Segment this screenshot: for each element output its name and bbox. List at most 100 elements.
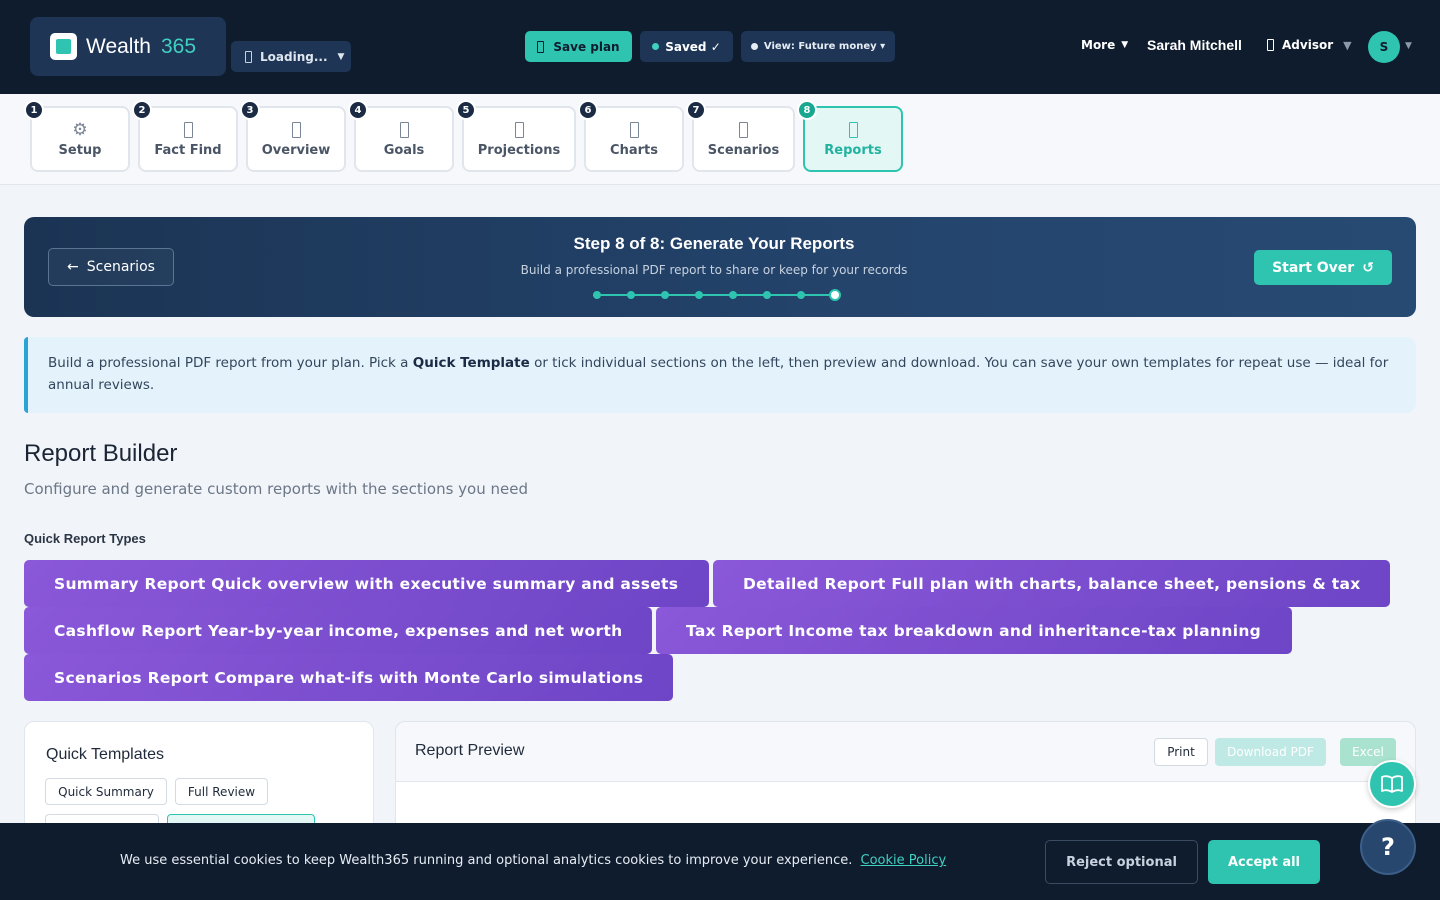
progress-dot bbox=[763, 291, 771, 299]
more-menu[interactable]: More ▼ bbox=[1081, 38, 1128, 52]
page-subtitle: Configure and generate custom reports wi… bbox=[24, 480, 528, 498]
tab-label: Reports bbox=[824, 143, 882, 158]
role-selector[interactable]: Advisor ▼ bbox=[1267, 38, 1352, 52]
saved-status-badge: Saved ✓ bbox=[640, 31, 733, 62]
start-over-button[interactable]: Start Over ↺ bbox=[1254, 250, 1392, 285]
scenarios-report-button[interactable]: Scenarios Report Compare what-ifs with M… bbox=[24, 654, 673, 701]
step-number-badge: 3 bbox=[240, 100, 260, 120]
tab-reports[interactable]: Reports bbox=[803, 106, 903, 172]
book-open-icon bbox=[1381, 775, 1403, 793]
reject-optional-button[interactable]: Reject optional bbox=[1045, 840, 1198, 884]
tab-label: Scenarios bbox=[707, 143, 780, 158]
progress-dot bbox=[661, 291, 669, 299]
step-number-badge: 7 bbox=[686, 100, 706, 120]
help-button[interactable]: ? bbox=[1360, 819, 1416, 875]
tab-label: Charts bbox=[610, 143, 658, 158]
progress-dot-current bbox=[829, 289, 841, 301]
brand-number: 365 bbox=[160, 34, 197, 58]
status-dot-icon bbox=[652, 43, 660, 50]
tab-setup[interactable]: ⚙ Setup bbox=[30, 106, 130, 172]
reports-icon bbox=[848, 120, 858, 140]
role-label: Advisor bbox=[1282, 38, 1334, 52]
plan-selector-dropdown[interactable]: Loading... ▼ bbox=[231, 41, 351, 72]
top-navigation-bar: Wealth 365 Loading... ▼ Save plan Saved … bbox=[0, 0, 1440, 94]
step-number-badge: 4 bbox=[348, 100, 368, 120]
tab-scenarios[interactable]: Scenarios bbox=[692, 106, 795, 172]
step-banner: ← Scenarios Step 8 of 8: Generate Your R… bbox=[24, 217, 1416, 317]
progress-dot bbox=[695, 291, 703, 299]
plan-selector-label: Loading... bbox=[260, 49, 328, 64]
info-callout: Build a professional PDF report from you… bbox=[24, 337, 1416, 413]
summary-report-button[interactable]: Summary Report Quick overview with execu… bbox=[24, 560, 709, 607]
start-over-label: Start Over bbox=[1272, 259, 1355, 276]
tab-label: Goals bbox=[383, 143, 425, 158]
save-icon bbox=[537, 40, 545, 53]
tab-charts[interactable]: Charts bbox=[584, 106, 684, 172]
step-title: Step 8 of 8: Generate Your Reports bbox=[573, 234, 855, 253]
save-plan-button[interactable]: Save plan bbox=[525, 31, 632, 62]
chevron-down-icon: ▼ bbox=[1343, 38, 1352, 52]
fact-find-icon bbox=[183, 120, 193, 140]
step-progress-indicator bbox=[593, 289, 843, 301]
step-number-badge: 1 bbox=[24, 100, 44, 120]
accept-all-button[interactable]: Accept all bbox=[1208, 840, 1320, 884]
tab-label: Overview bbox=[261, 143, 331, 158]
info-text-bold: Quick Template bbox=[412, 355, 530, 371]
tab-fact-find[interactable]: Fact Find bbox=[138, 106, 238, 172]
cookie-text: We use essential cookies to keep Wealth3… bbox=[120, 853, 853, 868]
brand-name: Wealth bbox=[86, 34, 151, 58]
overview-icon bbox=[291, 120, 301, 140]
view-mode-dropdown[interactable]: View: Future money ▾ bbox=[741, 31, 895, 62]
template-quick-summary-button[interactable]: Quick Summary bbox=[45, 778, 167, 805]
gear-icon: ⚙ bbox=[72, 120, 88, 140]
avatar[interactable]: S bbox=[1368, 31, 1400, 63]
print-button[interactable]: Print bbox=[1154, 738, 1208, 766]
step-number-badge: 6 bbox=[578, 100, 598, 120]
tab-projections[interactable]: Projections bbox=[462, 106, 576, 172]
detailed-report-button[interactable]: Detailed Report Full plan with charts, b… bbox=[713, 560, 1390, 607]
tab-goals[interactable]: Goals bbox=[354, 106, 454, 172]
quick-templates-title: Quick Templates bbox=[46, 746, 164, 763]
brand-logo[interactable]: Wealth 365 bbox=[30, 17, 226, 76]
step-number-badge: 2 bbox=[132, 100, 152, 120]
cookie-policy-link[interactable]: Cookie Policy bbox=[861, 853, 947, 868]
guide-book-button[interactable] bbox=[1368, 760, 1416, 808]
step-number-badge: 5 bbox=[456, 100, 476, 120]
saved-status-label: Saved ✓ bbox=[665, 39, 721, 54]
cookie-message: We use essential cookies to keep Wealth3… bbox=[120, 853, 946, 868]
role-icon bbox=[1267, 39, 1274, 51]
template-full-review-button[interactable]: Full Review bbox=[175, 778, 268, 805]
info-text-start: Build a professional PDF report from you… bbox=[48, 355, 413, 371]
view-dot-icon bbox=[750, 43, 758, 50]
view-mode-label: View: Future money ▾ bbox=[763, 41, 886, 52]
chevron-down-icon: ▼ bbox=[337, 51, 345, 62]
tab-label: Setup bbox=[58, 143, 102, 158]
progress-dot bbox=[797, 291, 805, 299]
tab-overview[interactable]: Overview bbox=[246, 106, 346, 172]
user-name: Sarah Mitchell bbox=[1147, 37, 1242, 53]
step-number-badge-active: 8 bbox=[797, 100, 817, 120]
progress-dot bbox=[729, 291, 737, 299]
tab-label: Fact Find bbox=[154, 143, 222, 158]
progress-dot bbox=[593, 291, 601, 299]
save-plan-label: Save plan bbox=[553, 39, 620, 54]
cashflow-report-button[interactable]: Cashflow Report Year-by-year income, exp… bbox=[24, 607, 652, 654]
quick-report-types-label: Quick Report Types bbox=[24, 531, 146, 546]
avatar-chevron-icon[interactable]: ▼ bbox=[1405, 41, 1412, 51]
brand-mark-icon bbox=[50, 33, 77, 60]
tab-label: Projections bbox=[477, 143, 561, 158]
progress-dot bbox=[627, 291, 635, 299]
restart-icon: ↺ bbox=[1362, 259, 1374, 276]
scenarios-icon bbox=[739, 120, 748, 140]
cookie-consent-bar: We use essential cookies to keep Wealth3… bbox=[0, 823, 1440, 900]
projections-icon bbox=[514, 120, 524, 140]
plan-icon bbox=[245, 50, 252, 63]
chevron-down-icon: ▼ bbox=[1121, 40, 1129, 50]
charts-icon bbox=[629, 120, 639, 140]
download-pdf-button[interactable]: Download PDF bbox=[1215, 738, 1326, 766]
step-tabs: ⚙ Setup Fact Find Overview Goals Project… bbox=[0, 94, 1440, 185]
step-subtitle: Build a professional PDF report to share… bbox=[520, 263, 908, 277]
more-menu-label: More bbox=[1081, 38, 1116, 52]
goals-icon bbox=[399, 120, 409, 140]
tax-report-button[interactable]: Tax Report Income tax breakdown and inhe… bbox=[656, 607, 1292, 654]
